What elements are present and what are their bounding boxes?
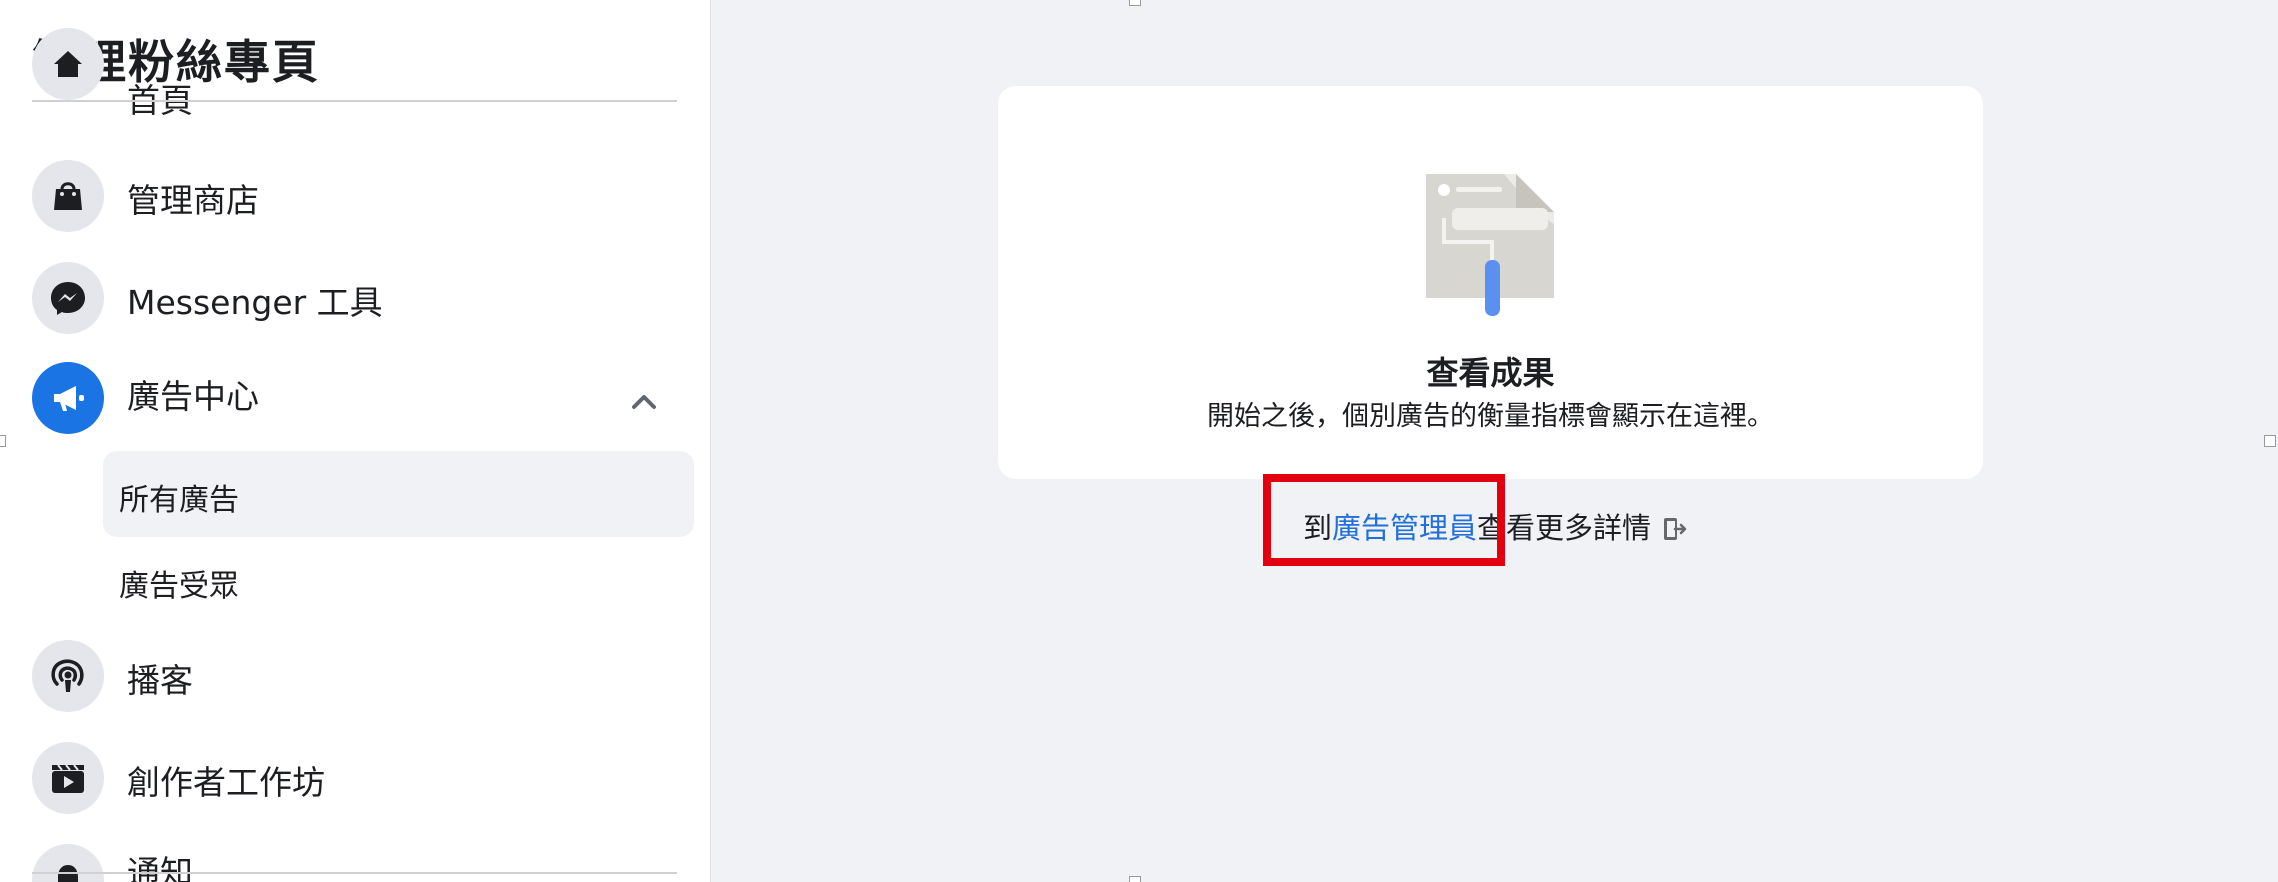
sidebar-item-notifications[interactable]: 通知 — [0, 832, 710, 882]
results-card: 查看成果 開始之後，個別廣告的衡量指標會顯示在這裡。 — [998, 86, 1983, 479]
bell-icon — [32, 844, 104, 882]
sidebar-subitem-ad-audiences[interactable]: 廣告受眾 — [103, 537, 694, 623]
resize-handle-top[interactable] — [1129, 0, 1141, 6]
messenger-icon — [32, 262, 104, 334]
paint-roller-document-icon — [1426, 174, 1554, 316]
chevron-up-icon[interactable] — [626, 384, 662, 420]
highlight-annotation-box — [1263, 474, 1505, 566]
sidebar-item-label: Messenger 工具 — [127, 283, 383, 322]
sidebar-item-label: 首頁 — [127, 81, 193, 120]
shopping-bag-icon — [32, 160, 104, 232]
sidebar-item-label: 通知 — [127, 853, 193, 882]
resize-handle-left[interactable] — [0, 435, 6, 447]
sidebar-item-label: 播客 — [127, 661, 193, 700]
main-content: 查看成果 開始之後，個別廣告的衡量指標會顯示在這裡。 到廣告管理員查看更多詳情 — [710, 0, 2278, 882]
sidebar-item-home[interactable]: 首頁 — [0, 28, 710, 132]
podcast-icon — [32, 640, 104, 712]
sidebar-item-messenger-tools[interactable]: Messenger 工具 — [0, 250, 710, 346]
bottom-divider — [32, 872, 677, 874]
sidebar-subitem-label: 所有廣告 — [119, 483, 239, 518]
sidebar: 管理粉絲專頁 首頁 管理商店 Messenger 工具 廣告中心 所有廣告 廣告… — [0, 0, 710, 882]
sidebar-item-label: 廣告中心 — [127, 377, 259, 416]
sidebar-item-manage-shop[interactable]: 管理商店 — [0, 148, 710, 244]
sidebar-item-ad-center[interactable]: 廣告中心 — [0, 350, 710, 446]
resize-handle-right[interactable] — [2264, 435, 2276, 447]
clapperboard-icon — [32, 742, 104, 814]
sidebar-subitem-all-ads[interactable]: 所有廣告 — [103, 451, 694, 537]
sidebar-subitem-label: 廣告受眾 — [119, 569, 239, 604]
sidebar-item-label: 創作者工作坊 — [127, 763, 325, 802]
sidebar-item-podcasts[interactable]: 播客 — [0, 628, 710, 724]
external-link-icon[interactable] — [1661, 516, 1687, 542]
resize-handle-bottom[interactable] — [1129, 876, 1141, 882]
card-description: 開始之後，個別廣告的衡量指標會顯示在這裡。 — [1207, 401, 1774, 432]
home-icon — [32, 28, 104, 100]
megaphone-icon — [32, 362, 104, 434]
sidebar-item-creator-studio[interactable]: 創作者工作坊 — [0, 730, 710, 826]
title-divider — [32, 100, 677, 102]
card-title: 查看成果 — [1426, 354, 1555, 392]
sidebar-item-label: 管理商店 — [127, 181, 259, 220]
